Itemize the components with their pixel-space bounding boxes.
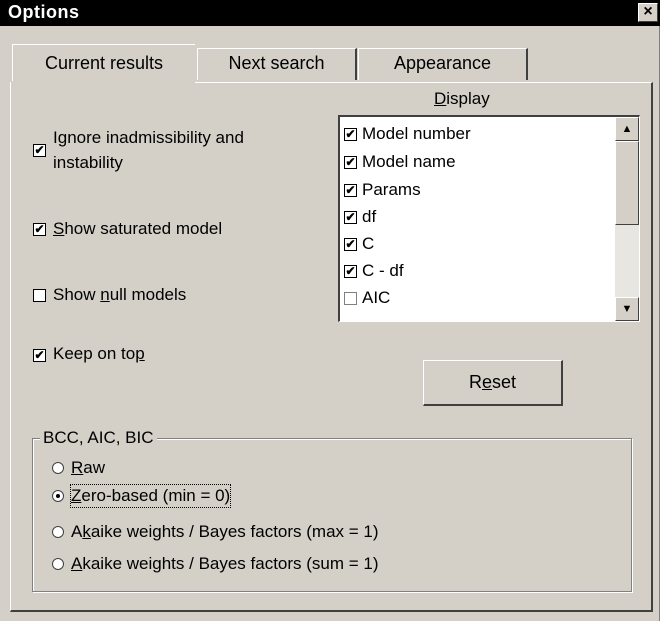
window-title: Options	[8, 2, 80, 22]
tab-panel	[10, 82, 653, 612]
tab-label: Appearance	[393, 53, 492, 73]
tab-label: Next search	[228, 53, 325, 73]
options-dialog: Options × Current results Next search Ap…	[0, 0, 660, 621]
tab-appearance[interactable]: Appearance	[358, 48, 528, 80]
close-button[interactable]: ×	[638, 3, 658, 22]
tab-next-search[interactable]: Next search	[197, 48, 357, 80]
tab-label: Current results	[44, 53, 164, 73]
title-bar[interactable]: Options ×	[0, 0, 660, 26]
close-icon: ×	[643, 3, 653, 20]
tab-current-results[interactable]: Current results	[12, 44, 195, 84]
